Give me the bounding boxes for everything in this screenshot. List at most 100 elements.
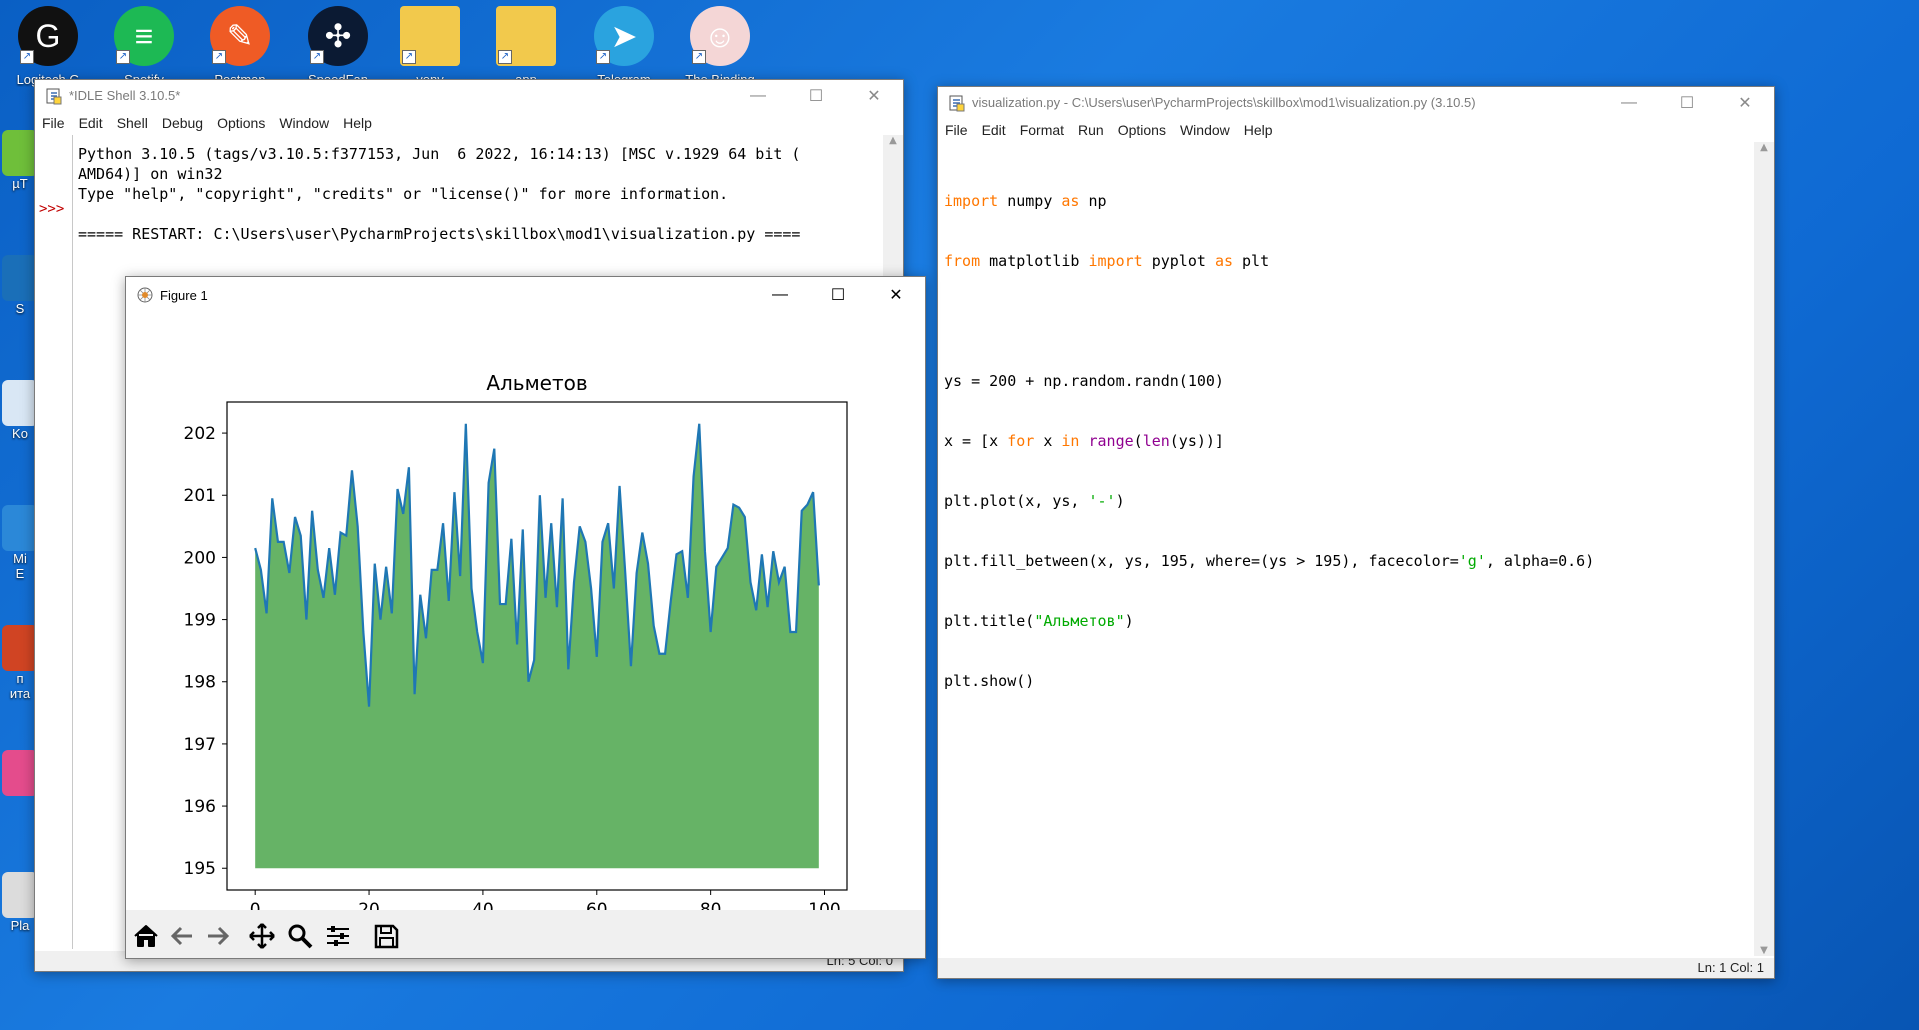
back-icon[interactable] xyxy=(166,920,198,952)
figure-window[interactable]: Figure 1 — ☐ ✕ 0 20 40 60 80 100 195 196 197 198 1… xyxy=(125,276,926,959)
code-text: ) xyxy=(1115,492,1125,510)
file-icon xyxy=(948,94,966,112)
shell-line: ===== RESTART: C:\Users\user\PycharmProj… xyxy=(78,225,801,243)
shortcut-arrow-icon: ↗ xyxy=(116,50,130,64)
menu-format[interactable]: Format xyxy=(1013,122,1071,138)
x-tick-label: 80 xyxy=(700,900,722,910)
shell-output[interactable]: Python 3.10.5 (tags/v3.10.5:f377153, Jun… xyxy=(78,144,881,244)
code-line-8: plt.title("Альметов") xyxy=(944,611,1752,631)
y-tick-label: 195 xyxy=(184,859,216,879)
x-tick-label: 0 xyxy=(250,900,261,910)
maximize-button[interactable]: ☐ xyxy=(809,280,867,311)
maximize-button[interactable]: ☐ xyxy=(1658,87,1716,118)
menu-options[interactable]: Options xyxy=(1111,122,1173,138)
chart[interactable]: 0 20 40 60 80 100 195 196 197 198 199 200 201 202 Альм… xyxy=(126,313,925,910)
menu-window[interactable]: Window xyxy=(1173,122,1237,138)
close-button[interactable]: ✕ xyxy=(867,280,925,311)
app-icon: ✎ ↗ xyxy=(210,6,270,66)
chart-title: Альметов xyxy=(486,371,587,395)
code-line-9: plt.show() xyxy=(944,672,1035,690)
code-line-7: plt.fill_between(x, ys, 195, where=(ys >… xyxy=(944,551,1752,571)
fill-area xyxy=(255,423,819,869)
code-line-6: plt.plot(x, ys, '-') xyxy=(944,491,1752,511)
desktop-icon[interactable]: ☺↗The Binding xyxy=(672,0,768,87)
desktop-icon[interactable]: ≡↗Spotify xyxy=(96,0,192,87)
figure-titlebar[interactable]: Figure 1 — ☐ ✕ xyxy=(126,277,925,313)
configure-icon[interactable] xyxy=(322,920,354,952)
shortcut-arrow-icon: ↗ xyxy=(212,50,226,64)
shell-prompt: >>> xyxy=(39,201,65,217)
figure-icon xyxy=(136,286,154,304)
close-button[interactable]: ✕ xyxy=(1716,87,1774,118)
figure-title: Figure 1 xyxy=(160,287,208,303)
minimize-button[interactable]: — xyxy=(1600,87,1658,118)
desktop-icon[interactable]: ↗venv xyxy=(382,0,478,87)
menu-options[interactable]: Options xyxy=(210,115,272,131)
pan-icon[interactable] xyxy=(246,920,278,952)
keyword: import xyxy=(944,192,999,210)
code-text: x = [x xyxy=(944,432,1008,450)
code-text: (ys))] xyxy=(1169,432,1224,450)
menu-help[interactable]: Help xyxy=(336,115,379,131)
app-icon xyxy=(2,255,38,301)
scroll-up-arrow[interactable]: ▲ xyxy=(883,135,903,146)
forward-icon[interactable] xyxy=(202,920,234,952)
keyword: from xyxy=(944,252,981,270)
menu-shell[interactable]: Shell xyxy=(110,115,155,131)
zoom-icon[interactable] xyxy=(284,920,316,952)
shell-line: Type "help", "copyright", "credits" or "… xyxy=(78,185,729,203)
builtin: range xyxy=(1088,432,1134,450)
menu-debug[interactable]: Debug xyxy=(155,115,210,131)
y-tick-label: 198 xyxy=(184,673,216,693)
minimize-button[interactable]: — xyxy=(729,80,787,111)
menu-edit[interactable]: Edit xyxy=(72,115,110,131)
shortcut-arrow-icon: ↗ xyxy=(310,50,324,64)
menu-file[interactable]: File xyxy=(35,115,72,131)
y-tick-label: 201 xyxy=(184,486,216,506)
x-tick-label: 60 xyxy=(586,900,608,910)
keyword: as xyxy=(1214,252,1233,270)
desktop-icon[interactable]: ✎↗Postman xyxy=(192,0,288,87)
minimize-button[interactable]: — xyxy=(751,280,809,311)
code-text: ) xyxy=(1124,612,1134,630)
code-text: plt.title( xyxy=(944,612,1035,630)
menu-run[interactable]: Run xyxy=(1071,122,1111,138)
desktop-icon[interactable]: ↗app xyxy=(478,0,574,87)
menu-help[interactable]: Help xyxy=(1237,122,1280,138)
desktop-icon[interactable]: ➤↗Telegram xyxy=(576,0,672,87)
editor-scrollbar[interactable]: ▲ ▼ xyxy=(1754,142,1774,956)
menu-edit[interactable]: Edit xyxy=(975,122,1013,138)
string: "Альметов" xyxy=(1034,612,1125,630)
idle-shell-titlebar[interactable]: *IDLE Shell 3.10.5* — ☐ ✕ xyxy=(35,80,903,111)
desktop-icon[interactable]: G↗Logitech G xyxy=(0,0,96,87)
home-icon[interactable] xyxy=(130,920,162,952)
code-text: plt.plot(x, ys, xyxy=(944,492,1089,510)
editor-menubar: File Edit Format Run Options Window Help xyxy=(938,118,1774,142)
y-tick-label: 196 xyxy=(184,797,216,817)
code-text: plt.fill_between(x, ys, 195, where=(ys >… xyxy=(944,552,1459,570)
save-icon[interactable] xyxy=(370,920,402,952)
menu-window[interactable]: Window xyxy=(272,115,336,131)
scroll-up-arrow[interactable]: ▲ xyxy=(1754,142,1774,153)
menu-file[interactable]: File xyxy=(938,122,975,138)
keyword: import xyxy=(1088,252,1143,270)
app-icon xyxy=(2,750,38,796)
desktop-icon[interactable]: ✣↗SpeedFan xyxy=(290,0,386,87)
editor-code[interactable]: import numpy as np from matplotlib impor… xyxy=(944,151,1752,731)
code-text: ( xyxy=(1133,432,1143,450)
shortcut-arrow-icon: ↗ xyxy=(20,50,34,64)
close-button[interactable]: ✕ xyxy=(845,80,903,111)
keyword: in xyxy=(1061,432,1080,450)
shortcut-arrow-icon: ↗ xyxy=(596,50,610,64)
scroll-down-arrow[interactable]: ▼ xyxy=(1754,945,1774,956)
keyword: as xyxy=(1061,192,1080,210)
code-text: , alpha=0.6) xyxy=(1485,552,1595,570)
editor-window[interactable]: visualization.py - C:\Users\user\Pycharm… xyxy=(937,86,1775,979)
maximize-button[interactable]: ☐ xyxy=(787,80,845,111)
x-tick-label: 40 xyxy=(472,900,494,910)
app-icon: ↗ xyxy=(400,6,460,66)
shell-gutter: >>> xyxy=(35,135,73,949)
app-icon: ↗ xyxy=(496,6,556,66)
editor-titlebar[interactable]: visualization.py - C:\Users\user\Pycharm… xyxy=(938,87,1774,118)
